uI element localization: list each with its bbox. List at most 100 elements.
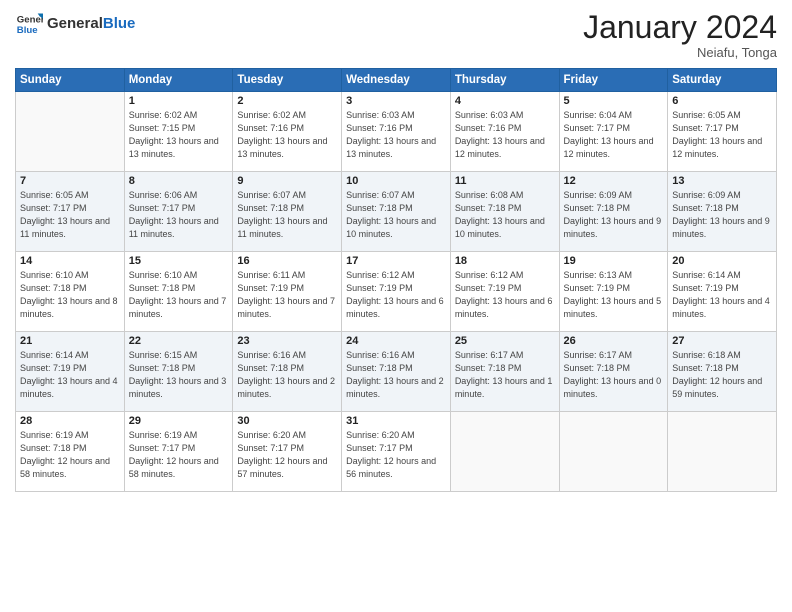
day-number: 25	[455, 335, 555, 347]
day-info: Sunrise: 6:12 AMSunset: 7:19 PMDaylight:…	[346, 269, 446, 321]
day-number: 6	[672, 95, 772, 107]
day-number: 21	[20, 335, 120, 347]
day-info: Sunrise: 6:19 AMSunset: 7:18 PMDaylight:…	[20, 429, 120, 481]
day-number: 13	[672, 175, 772, 187]
col-tuesday: Tuesday	[233, 69, 342, 92]
day-number: 7	[20, 175, 120, 187]
col-sunday: Sunday	[16, 69, 125, 92]
day-info: Sunrise: 6:05 AMSunset: 7:17 PMDaylight:…	[672, 109, 772, 161]
day-info: Sunrise: 6:14 AMSunset: 7:19 PMDaylight:…	[672, 269, 772, 321]
day-info: Sunrise: 6:07 AMSunset: 7:18 PMDaylight:…	[346, 189, 446, 241]
day-number: 15	[129, 255, 229, 267]
day-number: 27	[672, 335, 772, 347]
day-info: Sunrise: 6:08 AMSunset: 7:18 PMDaylight:…	[455, 189, 555, 241]
calendar-week-row: 14 Sunrise: 6:10 AMSunset: 7:18 PMDayligh…	[16, 252, 777, 332]
logo: General Blue GeneralBlue	[15, 10, 135, 38]
table-row: 23Sunrise: 6:16 AMSunset: 7:18 PMDayligh…	[233, 332, 342, 412]
day-info: Sunrise: 6:16 AMSunset: 7:18 PMDaylight:…	[346, 349, 446, 401]
table-row: 2 Sunrise: 6:02 AMSunset: 7:16 PMDaylight…	[233, 92, 342, 172]
day-number: 4	[455, 95, 555, 107]
table-row	[559, 412, 668, 492]
logo-general: General	[47, 15, 103, 32]
table-row: 22 Sunrise: 6:15 AMSunset: 7:18 PMDayligh…	[124, 332, 233, 412]
table-row: 4Sunrise: 6:03 AMSunset: 7:16 PMDaylight…	[450, 92, 559, 172]
day-number: 11	[455, 175, 555, 187]
day-number: 31	[346, 415, 446, 427]
day-info: Sunrise: 6:07 AMSunset: 7:18 PMDaylight:…	[237, 189, 337, 241]
day-info: Sunrise: 6:15 AMSunset: 7:18 PMDaylight:…	[129, 349, 229, 401]
day-number: 24	[346, 335, 446, 347]
day-number: 2	[237, 95, 337, 107]
table-row: 27Sunrise: 6:18 AMSunset: 7:18 PMDayligh…	[668, 332, 777, 412]
table-row: 12 Sunrise: 6:09 AMSunset: 7:18 PMDayligh…	[559, 172, 668, 252]
day-info: Sunrise: 6:09 AMSunset: 7:18 PMDaylight:…	[564, 189, 664, 241]
day-info: Sunrise: 6:09 AMSunset: 7:18 PMDaylight:…	[672, 189, 772, 241]
day-number: 18	[455, 255, 555, 267]
day-number: 23	[237, 335, 337, 347]
calendar-week-row: 1 Sunrise: 6:02 AMSunset: 7:15 PMDaylight…	[16, 92, 777, 172]
day-number: 29	[129, 415, 229, 427]
day-number: 26	[564, 335, 664, 347]
day-info: Sunrise: 6:13 AMSunset: 7:19 PMDaylight:…	[564, 269, 664, 321]
table-row: 25 Sunrise: 6:17 AMSunset: 7:18 PMDayligh…	[450, 332, 559, 412]
table-row: 7 Sunrise: 6:05 AMSunset: 7:17 PMDaylight…	[16, 172, 125, 252]
calendar-week-row: 28Sunrise: 6:19 AMSunset: 7:18 PMDayligh…	[16, 412, 777, 492]
table-row: 13 Sunrise: 6:09 AMSunset: 7:18 PMDayligh…	[668, 172, 777, 252]
logo-blue: Blue	[103, 15, 136, 32]
month-title: January 2024	[583, 10, 777, 45]
table-row: 31 Sunrise: 6:20 AMSunset: 7:17 PMDayligh…	[342, 412, 451, 492]
calendar-week-row: 21 Sunrise: 6:14 AMSunset: 7:19 PMDayligh…	[16, 332, 777, 412]
table-row: 3 Sunrise: 6:03 AMSunset: 7:16 PMDaylight…	[342, 92, 451, 172]
day-number: 19	[564, 255, 664, 267]
day-info: Sunrise: 6:02 AMSunset: 7:16 PMDaylight:…	[237, 109, 337, 161]
table-row: 17Sunrise: 6:12 AMSunset: 7:19 PMDayligh…	[342, 252, 451, 332]
svg-text:Blue: Blue	[17, 25, 38, 36]
calendar-header-row: Sunday Monday Tuesday Wednesday Thursday…	[16, 69, 777, 92]
day-number: 3	[346, 95, 446, 107]
day-info: Sunrise: 6:20 AMSunset: 7:17 PMDaylight:…	[346, 429, 446, 481]
table-row: 20 Sunrise: 6:14 AMSunset: 7:19 PMDayligh…	[668, 252, 777, 332]
col-monday: Monday	[124, 69, 233, 92]
day-info: Sunrise: 6:03 AMSunset: 7:16 PMDaylight:…	[346, 109, 446, 161]
col-thursday: Thursday	[450, 69, 559, 92]
day-info: Sunrise: 6:17 AMSunset: 7:18 PMDaylight:…	[455, 349, 555, 401]
table-row: 10 Sunrise: 6:07 AMSunset: 7:18 PMDayligh…	[342, 172, 451, 252]
table-row	[450, 412, 559, 492]
day-number: 12	[564, 175, 664, 187]
day-number: 22	[129, 335, 229, 347]
table-row: 11 Sunrise: 6:08 AMSunset: 7:18 PMDayligh…	[450, 172, 559, 252]
table-row	[16, 92, 125, 172]
table-row: 26Sunrise: 6:17 AMSunset: 7:18 PMDayligh…	[559, 332, 668, 412]
location: Neiafu, Tonga	[583, 45, 777, 60]
calendar-week-row: 7 Sunrise: 6:05 AMSunset: 7:17 PMDaylight…	[16, 172, 777, 252]
table-row: 15Sunrise: 6:10 AMSunset: 7:18 PMDayligh…	[124, 252, 233, 332]
day-number: 10	[346, 175, 446, 187]
logo-icon: General Blue	[15, 10, 43, 38]
table-row: 21 Sunrise: 6:14 AMSunset: 7:19 PMDayligh…	[16, 332, 125, 412]
day-number: 9	[237, 175, 337, 187]
day-info: Sunrise: 6:05 AMSunset: 7:17 PMDaylight:…	[20, 189, 120, 241]
day-number: 20	[672, 255, 772, 267]
day-number: 14	[20, 255, 120, 267]
day-info: Sunrise: 6:14 AMSunset: 7:19 PMDaylight:…	[20, 349, 120, 401]
table-row: 28Sunrise: 6:19 AMSunset: 7:18 PMDayligh…	[16, 412, 125, 492]
day-info: Sunrise: 6:19 AMSunset: 7:17 PMDaylight:…	[129, 429, 229, 481]
day-number: 8	[129, 175, 229, 187]
day-info: Sunrise: 6:02 AMSunset: 7:15 PMDaylight:…	[129, 109, 229, 161]
calendar-table: Sunday Monday Tuesday Wednesday Thursday…	[15, 68, 777, 492]
day-info: Sunrise: 6:11 AMSunset: 7:19 PMDaylight:…	[237, 269, 337, 321]
day-info: Sunrise: 6:12 AMSunset: 7:19 PMDaylight:…	[455, 269, 555, 321]
day-number: 1	[129, 95, 229, 107]
day-info: Sunrise: 6:04 AMSunset: 7:17 PMDaylight:…	[564, 109, 664, 161]
table-row: 16 Sunrise: 6:11 AMSunset: 7:19 PMDayligh…	[233, 252, 342, 332]
col-friday: Friday	[559, 69, 668, 92]
table-row: 8Sunrise: 6:06 AMSunset: 7:17 PMDaylight…	[124, 172, 233, 252]
table-row: 1 Sunrise: 6:02 AMSunset: 7:15 PMDaylight…	[124, 92, 233, 172]
day-number: 16	[237, 255, 337, 267]
table-row	[668, 412, 777, 492]
col-wednesday: Wednesday	[342, 69, 451, 92]
table-row: 18 Sunrise: 6:12 AMSunset: 7:19 PMDayligh…	[450, 252, 559, 332]
day-info: Sunrise: 6:10 AMSunset: 7:18 PMDaylight:…	[20, 269, 120, 321]
header: General Blue GeneralBlue January 2024 Ne…	[15, 10, 777, 60]
table-row: 6 Sunrise: 6:05 AMSunset: 7:17 PMDaylight…	[668, 92, 777, 172]
